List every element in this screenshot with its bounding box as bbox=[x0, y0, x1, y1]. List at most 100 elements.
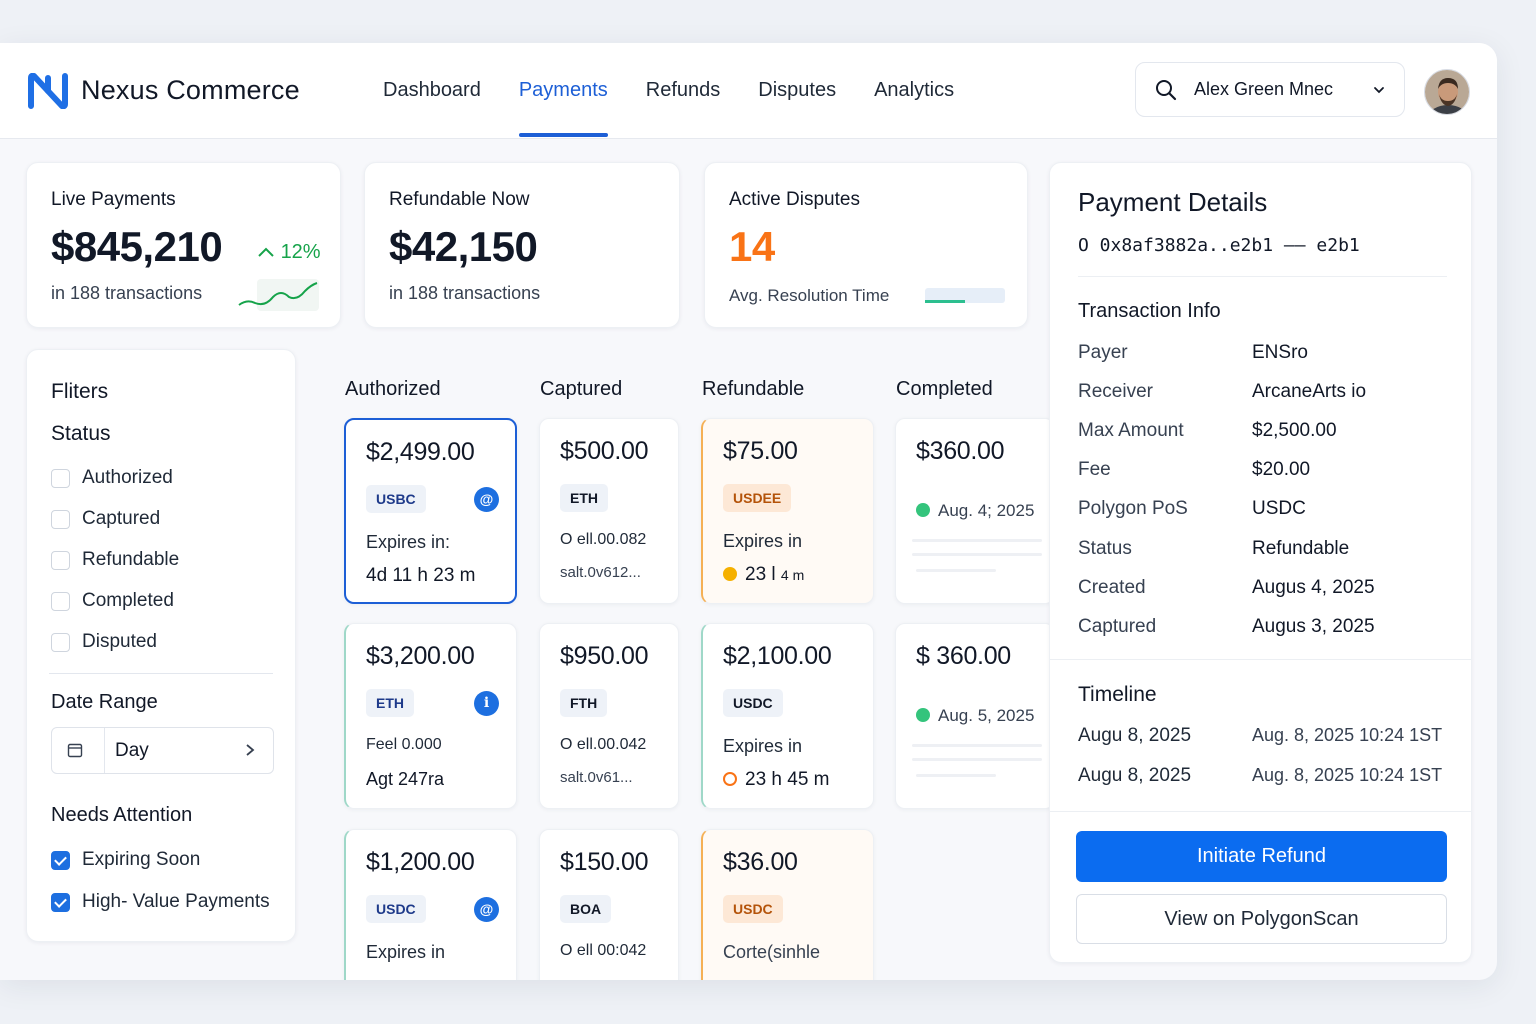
initiate-refund-button[interactable]: Initiate Refund bbox=[1076, 831, 1447, 882]
payment-date-value: Aug. 4; 2025 bbox=[938, 501, 1035, 520]
info-value: USDC bbox=[1252, 498, 1306, 519]
payment-amount: $2,499.00 bbox=[366, 438, 475, 466]
view-on-polygonscan-button[interactable]: View on PolygonScan bbox=[1076, 894, 1447, 944]
nav-refunds[interactable]: Refunds bbox=[646, 43, 721, 139]
filter-completed[interactable]: Completed bbox=[51, 590, 174, 612]
calendar-icon bbox=[67, 743, 83, 758]
token-badge: USDEE bbox=[723, 484, 792, 512]
filter-label: Completed bbox=[82, 590, 174, 611]
payment-line2: salt.0v612... bbox=[560, 564, 641, 581]
payment-card[interactable]: $1,200.00 USDC @ Expires in bbox=[344, 829, 517, 980]
timeline-date: Augu 8, 2025 bbox=[1078, 725, 1192, 746]
payment-amount: $500.00 bbox=[560, 437, 649, 465]
chevron-right-icon bbox=[246, 744, 255, 756]
payment-line1: O ell.00.082 bbox=[560, 531, 647, 548]
payment-card[interactable]: $ 360.00 Aug. 5, 2025 bbox=[895, 623, 1055, 809]
nav-dashboard[interactable]: Dashboard bbox=[383, 43, 481, 139]
payment-card[interactable]: $36.00 USDC Corte(sinhle bbox=[701, 829, 874, 980]
top-header: Nexus Commerce Dashboard Payments Refund… bbox=[0, 43, 1497, 139]
status-ring bbox=[723, 772, 737, 786]
checkbox[interactable] bbox=[51, 591, 70, 611]
date-range-separator bbox=[104, 728, 105, 773]
nav-payments[interactable]: Payments bbox=[518, 43, 608, 139]
info-value: Refundable bbox=[1252, 538, 1350, 559]
refundable-now-sub: in 188 transactions bbox=[389, 283, 541, 303]
info-icon[interactable]: i bbox=[474, 691, 499, 716]
payment-amount: $1,200.00 bbox=[366, 848, 475, 876]
timeline-title: Timeline bbox=[1078, 683, 1157, 706]
filter-disputed[interactable]: Disputed bbox=[51, 631, 157, 653]
chevron-down-icon bbox=[1374, 86, 1384, 93]
payment-card[interactable]: $3,200.00 ETH i Feel 0.000 Agt 247ra bbox=[344, 623, 517, 809]
column-captured: Captured bbox=[540, 378, 623, 400]
payment-line2: 23 l 4 m bbox=[723, 564, 804, 586]
live-payments-sub: in 188 transactions bbox=[51, 283, 203, 303]
checkbox-checked[interactable] bbox=[51, 850, 70, 870]
account-user-name: Alex Green Mnec bbox=[1194, 79, 1334, 99]
live-payments-value: $845,210 bbox=[51, 223, 223, 270]
filters-panel: Fliters Status Authorized Captured Refun… bbox=[26, 349, 296, 942]
payment-card[interactable]: $500.00 ETH O ell.00.082 salt.0v612... bbox=[539, 418, 679, 604]
payment-card[interactable]: $2,499.00 USBC @ Expires in: 4d 11 h 23 … bbox=[344, 418, 517, 604]
payment-card[interactable]: $2,100.00 USDC Expires in 23 h 45 m bbox=[701, 623, 874, 809]
checkbox-checked[interactable] bbox=[51, 892, 70, 912]
token-badge: FTH bbox=[560, 689, 608, 717]
brand-name: Nexus Commerce bbox=[81, 75, 300, 105]
transaction-hash[interactable]: O 0x8af3882a..e2b1 —— e2b1 bbox=[1078, 235, 1360, 256]
at-sign-icon[interactable]: @ bbox=[474, 487, 499, 512]
nexus-logo-icon bbox=[28, 73, 68, 109]
at-sign-icon[interactable]: @ bbox=[474, 897, 499, 922]
filter-captured[interactable]: Captured bbox=[51, 508, 160, 530]
filter-label: Disputed bbox=[82, 631, 157, 652]
nav-analytics[interactable]: Analytics bbox=[874, 43, 954, 139]
trend-up-icon bbox=[258, 247, 274, 257]
info-value: $2,500.00 bbox=[1252, 420, 1337, 441]
details-title: Payment Details bbox=[1078, 187, 1268, 217]
active-disputes-card: Active Disputes 14 Avg. Resolution Time bbox=[704, 162, 1028, 328]
filter-refundable[interactable]: Refundable bbox=[51, 549, 179, 571]
timeline-date: Augu 8, 2025 bbox=[1078, 765, 1192, 786]
date-range-select[interactable]: Day bbox=[51, 727, 274, 774]
filter-authorized[interactable]: Authorized bbox=[51, 467, 173, 489]
status-dot bbox=[723, 567, 737, 581]
nav-disputes[interactable]: Disputes bbox=[758, 43, 836, 139]
details-divider bbox=[1050, 811, 1471, 812]
payment-line1: Expires in bbox=[366, 942, 446, 962]
details-divider bbox=[1078, 276, 1447, 277]
checkbox[interactable] bbox=[51, 550, 70, 570]
filter-expiring-soon[interactable]: Expiring Soon bbox=[51, 849, 200, 871]
payment-card[interactable]: $360.00 Aug. 4; 2025 bbox=[895, 418, 1055, 604]
filter-label: High- Value Payments bbox=[82, 891, 270, 912]
checkbox[interactable] bbox=[51, 509, 70, 529]
payment-line2: 23 h 45 m bbox=[723, 769, 830, 791]
payment-details-panel: Payment Details O 0x8af3882a..e2b1 —— e2… bbox=[1049, 162, 1472, 963]
account-search-dropdown[interactable]: Alex Green Mnec bbox=[1135, 62, 1405, 117]
info-value: Augus 3, 2025 bbox=[1252, 616, 1375, 637]
resolution-time-label: Avg. Resolution Time bbox=[729, 286, 890, 305]
payment-card[interactable]: $75.00 USDEE Expires in 23 l 4 m bbox=[701, 418, 874, 604]
status-dot bbox=[916, 503, 930, 517]
placeholder-line bbox=[912, 539, 1042, 542]
live-payments-card: Live Payments $845,210 12% in 188 transa… bbox=[26, 162, 341, 328]
payment-card[interactable]: $950.00 FTH O ell.00.042 salt.0v61... bbox=[539, 623, 679, 809]
refundable-now-value: $42,150 bbox=[389, 223, 538, 270]
resolution-time-bar-fill bbox=[925, 300, 965, 303]
payment-line1: Expires in: bbox=[366, 532, 451, 552]
status-title: Status bbox=[51, 422, 111, 445]
avatar[interactable] bbox=[1424, 69, 1470, 115]
status-dot bbox=[916, 708, 930, 722]
payment-line2: salt.0v61... bbox=[560, 769, 633, 786]
payment-card[interactable]: $150.00 BOA O ell 00:042 bbox=[539, 829, 679, 980]
filter-label: Captured bbox=[82, 508, 161, 529]
payment-line2-suffix: 4 m bbox=[780, 567, 805, 583]
payment-amount: $75.00 bbox=[723, 437, 798, 465]
checkbox[interactable] bbox=[51, 468, 70, 488]
filter-label: Refundable bbox=[82, 549, 180, 570]
payment-line2-value: 23 h 45 m bbox=[745, 769, 830, 790]
info-key: Fee bbox=[1078, 459, 1111, 480]
payment-line1: Expires in bbox=[723, 736, 803, 756]
info-value: ArcaneArts io bbox=[1252, 381, 1367, 402]
payment-amount: $ 360.00 bbox=[916, 642, 1011, 670]
checkbox[interactable] bbox=[51, 632, 70, 652]
filter-high-value[interactable]: High- Value Payments bbox=[51, 891, 270, 913]
